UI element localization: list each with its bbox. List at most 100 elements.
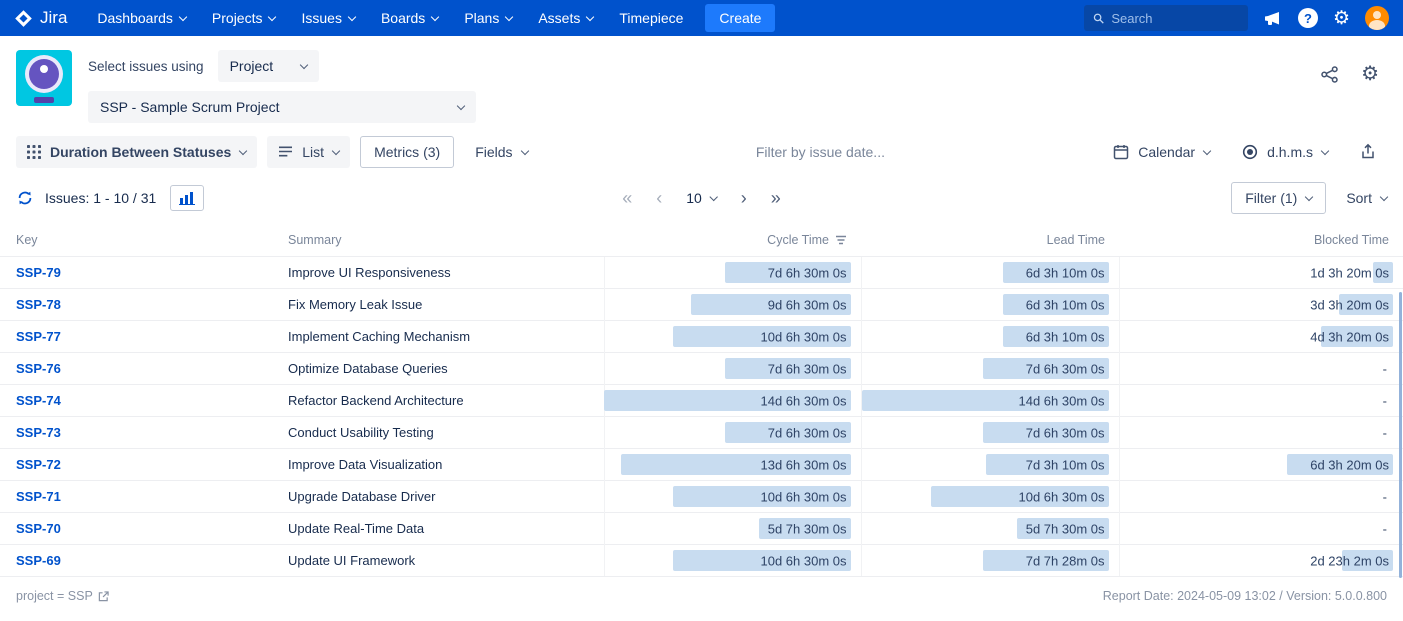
lead-time-cell: 10d 6h 30m 0s	[861, 481, 1119, 513]
cycle-time-value: 7d 6h 30m 0s	[768, 265, 847, 280]
chart-view-button[interactable]	[170, 185, 204, 211]
column-header-summary[interactable]: Summary	[272, 224, 604, 257]
metrics-button[interactable]: Metrics (3)	[360, 136, 454, 168]
time-format-value: d.h.m.s	[1267, 144, 1313, 160]
lead-time-value: 7d 7h 28m 0s	[1026, 553, 1105, 568]
issue-key-link[interactable]: SSP-72	[16, 457, 61, 472]
issue-key-link[interactable]: SSP-78	[16, 297, 61, 312]
calendar-button[interactable]: Calendar	[1102, 136, 1221, 168]
issue-key-link[interactable]: SSP-74	[16, 393, 61, 408]
nav-item-timepiece[interactable]: Timepiece	[619, 10, 683, 26]
nav-item-dashboards[interactable]: Dashboards	[97, 10, 186, 26]
issue-date-filter-input[interactable]	[700, 144, 940, 160]
issue-key-link[interactable]: SSP-79	[16, 265, 61, 280]
issue-key-link[interactable]: SSP-71	[16, 489, 61, 504]
blocked-time-cell: -	[1119, 353, 1403, 385]
prev-page-button[interactable]: ‹	[656, 189, 662, 207]
issue-summary: Update Real-Time Data	[272, 513, 604, 545]
column-header-key[interactable]: Key	[0, 224, 272, 257]
search-input[interactable]	[1111, 11, 1239, 26]
view-select[interactable]: List	[267, 136, 350, 168]
table-row: SSP-72Improve Data Visualization13d 6h 3…	[0, 449, 1403, 481]
cycle-time-cell: 7d 6h 30m 0s	[604, 353, 861, 385]
app-header: Select issues using Project SSP - Sample…	[0, 36, 1403, 127]
blocked-time-value: 2d 23h 2m 0s	[1310, 553, 1389, 568]
column-header-cycle-time[interactable]: Cycle Time	[604, 224, 861, 257]
column-header-lead-time[interactable]: Lead Time	[861, 224, 1119, 257]
nav-item-label: Plans	[464, 10, 499, 26]
table-row: SSP-73 Conduct Usability Testing 7d 6h 30m…	[0, 417, 1403, 449]
issue-source-select[interactable]: Project	[218, 50, 320, 82]
top-nav: Jira Dashboards Projects Issues Boards Plans…	[0, 0, 1403, 36]
lead-time-value: 6d 3h 10m 0s	[1026, 297, 1105, 312]
view-value: List	[302, 144, 324, 160]
share-button[interactable]	[1320, 65, 1339, 84]
refresh-button[interactable]	[16, 189, 34, 207]
report-settings-button[interactable]: ⚙	[1361, 64, 1379, 84]
jira-logo[interactable]: Jira	[14, 8, 67, 28]
vertical-scrollbar[interactable]	[1399, 292, 1402, 578]
cycle-time-value: 10d 6h 30m 0s	[760, 553, 846, 568]
time-format-select[interactable]: d.h.m.s	[1231, 136, 1339, 168]
issue-key-link[interactable]: SSP-73	[16, 425, 61, 440]
search-icon	[1093, 12, 1104, 25]
first-page-button[interactable]: «	[622, 189, 632, 207]
sort-label: Sort	[1346, 190, 1372, 206]
export-button[interactable]	[1349, 135, 1387, 168]
cycle-time-cell: 5d 7h 30m 0s	[604, 513, 861, 545]
empty-duration: -	[1383, 489, 1387, 504]
blocked-time-cell: -	[1119, 385, 1403, 417]
column-header-blocked-time[interactable]: Blocked Time	[1119, 224, 1403, 257]
chevron-down-icon	[268, 13, 276, 21]
nav-item-issues[interactable]: Issues	[301, 10, 354, 26]
issues-bar-right: Filter (1) Sort	[1231, 182, 1387, 214]
blocked-time-value: 3d 3h 20m 0s	[1310, 297, 1389, 312]
sort-button[interactable]: Sort	[1346, 190, 1387, 206]
table-row: SSP-71Upgrade Database Driver10d 6h 30m …	[0, 481, 1403, 513]
last-page-button[interactable]: »	[771, 189, 781, 207]
nav-item-boards[interactable]: Boards	[381, 10, 438, 26]
megaphone-icon	[1263, 10, 1283, 27]
cycle-time-value: 7d 6h 30m 0s	[768, 361, 847, 376]
project-select[interactable]: SSP - Sample Scrum Project	[88, 91, 476, 123]
global-search[interactable]	[1084, 5, 1248, 31]
report-type-select[interactable]: Duration Between Statuses	[16, 136, 257, 168]
bar-chart-icon	[179, 191, 195, 205]
nav-item-projects[interactable]: Projects	[212, 10, 276, 26]
issue-key-link[interactable]: SSP-69	[16, 553, 61, 568]
blocked-time-cell: 3d 3h 20m 0s	[1119, 289, 1403, 321]
page-size-select[interactable]: 10	[686, 190, 717, 206]
user-avatar[interactable]	[1365, 6, 1389, 30]
issue-key-link[interactable]: SSP-77	[16, 329, 61, 344]
issue-key-link[interactable]: SSP-70	[16, 521, 61, 536]
admin-settings-button[interactable]: ⚙	[1333, 9, 1350, 28]
filter-button[interactable]: Filter (1)	[1231, 182, 1326, 214]
issue-key-link[interactable]: SSP-76	[16, 361, 61, 376]
issue-key-cell: SSP-77	[0, 321, 272, 353]
nav-item-assets[interactable]: Assets	[538, 10, 593, 26]
timepiece-app-icon	[16, 50, 72, 106]
chevron-down-icon	[710, 193, 718, 201]
issue-summary: Conduct Usability Testing	[272, 417, 604, 449]
metrics-label: Metrics (3)	[374, 144, 440, 160]
lead-time-cell: 7d 6h 30m 0s	[861, 353, 1119, 385]
cycle-time-cell: 9d 6h 30m 0s	[604, 289, 861, 321]
empty-duration: -	[1383, 521, 1387, 536]
help-button[interactable]: ?	[1298, 8, 1318, 28]
chevron-down-icon	[348, 13, 356, 21]
fields-button[interactable]: Fields	[464, 136, 538, 168]
cycle-time-cell: 13d 6h 30m 0s	[604, 449, 861, 481]
lead-time-cell: 7d 6h 30m 0s	[861, 417, 1119, 449]
announcements-button[interactable]	[1263, 10, 1283, 27]
nav-item-plans[interactable]: Plans	[464, 10, 512, 26]
project-value: SSP - Sample Scrum Project	[100, 99, 279, 115]
cycle-time-cell: 10d 6h 30m 0s	[604, 481, 861, 513]
next-page-button[interactable]: ›	[741, 189, 747, 207]
create-button[interactable]: Create	[705, 4, 775, 32]
issue-key-cell: SSP-79	[0, 257, 272, 289]
lead-time-value: 10d 6h 30m 0s	[1018, 489, 1104, 504]
list-icon	[278, 145, 293, 158]
blocked-time-cell: -	[1119, 417, 1403, 449]
issue-summary: Fix Memory Leak Issue	[272, 289, 604, 321]
report-query-link[interactable]: project = SSP	[16, 589, 109, 603]
